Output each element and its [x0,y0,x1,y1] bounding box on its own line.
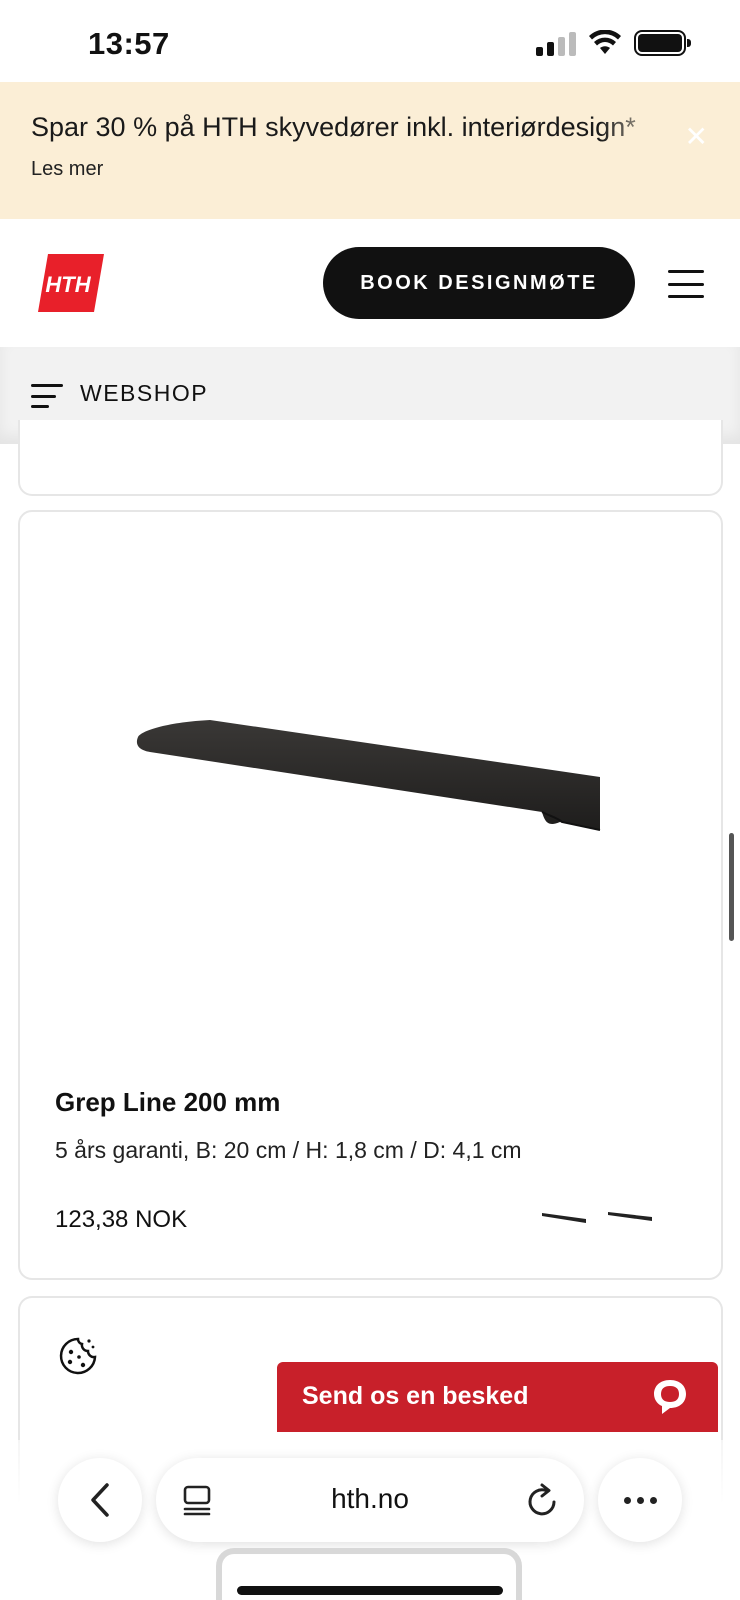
promo-text: Spar 30 % på HTH skyvedører inkl. interi… [31,112,636,142]
status-time: 13:57 [88,26,170,61]
more-icon[interactable] [598,1458,682,1542]
category-menu-icon [31,384,63,408]
home-indicator[interactable] [237,1586,503,1595]
variant-swatch[interactable] [606,1209,654,1225]
variant-swatch[interactable] [540,1209,588,1225]
chat-bubble-icon [654,1380,686,1414]
book-designmote-button[interactable]: BOOK DESIGNMØTE [323,247,635,319]
product-price: 123,38 NOK [55,1206,188,1233]
svg-text:HTH: HTH [45,272,91,297]
cellular-signal-icon [536,30,576,56]
product-title[interactable]: Grep Line 200 mm [55,1087,280,1118]
product-image [136,720,601,831]
chat-label: Send os en besked [302,1382,529,1410]
status-bar: 13:57 [0,0,740,82]
back-button[interactable] [58,1458,142,1542]
reload-icon[interactable] [526,1482,560,1518]
cookie-icon[interactable] [58,1336,98,1376]
product-card-previous[interactable] [18,420,723,496]
product-description: 5 års garanti, B: 20 cm / H: 1,8 cm / D:… [55,1137,522,1163]
site-header: HTH BOOK DESIGNMØTE [0,219,740,347]
wifi-icon [589,30,621,54]
scrollbar[interactable] [729,833,734,941]
close-icon[interactable]: ✕ [685,120,708,153]
webshop-label: WEBSHOP [80,380,209,406]
chat-button[interactable]: Send os en besked [277,1362,718,1432]
chevron-left-icon [91,1483,109,1517]
promo-banner: Spar 30 % på HTH skyvedører inkl. interi… [0,82,740,219]
status-icons [536,30,691,56]
browser-toolbar: hth.no [0,1440,740,1600]
hth-logo[interactable]: HTH [38,254,104,312]
address-bar[interactable]: hth.no [156,1458,584,1542]
hamburger-icon[interactable] [668,270,704,298]
variant-swatches [540,1209,654,1225]
product-card[interactable]: Grep Line 200 mm 5 års garanti, B: 20 cm… [18,510,723,1280]
promo-read-more-link[interactable]: Les mer [31,158,103,181]
url-text: hth.no [331,1483,409,1514]
battery-icon [634,30,691,56]
